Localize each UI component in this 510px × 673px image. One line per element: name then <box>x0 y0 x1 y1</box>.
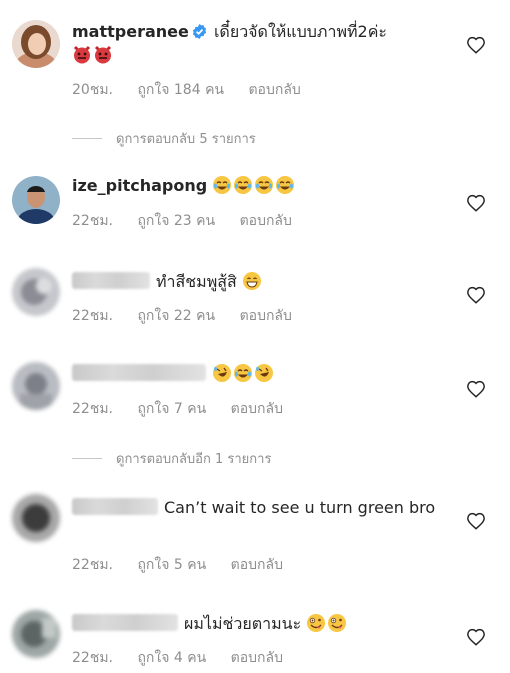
joy-emoji <box>213 176 232 194</box>
divider-line <box>72 138 102 139</box>
heart-icon[interactable] <box>466 194 486 212</box>
reply-button[interactable]: ตอบกลับ <box>248 82 300 98</box>
joy-emoji <box>234 364 252 382</box>
joy-emoji <box>234 176 253 194</box>
comment-meta: 22ชม. ถูกใจ 22 คน ตอบกลับ <box>72 305 312 327</box>
avatar[interactable] <box>12 176 60 224</box>
reply-button[interactable]: ตอบกลับ <box>240 308 292 324</box>
grin-emoji <box>242 272 261 290</box>
likes-count[interactable]: ถูกใจ 22 คน <box>137 308 215 324</box>
likes-count[interactable]: ถูกใจ 4 คน <box>137 650 206 666</box>
comment-text: Can’t wait to see u turn green bro <box>164 498 436 517</box>
comment-text: เดี๋ยวจัดให้แบบภาพที่2ค่ะ <box>213 22 388 41</box>
comment-body: ผมไม่ช่วยตามนะ <box>72 612 450 635</box>
comment-body: mattperanee เดี๋ยวจัดให้แบบภาพที่2ค่ะ <box>72 20 450 66</box>
comment-meta: 22ชม. ถูกใจ 5 คน ตอบกลับ <box>72 554 303 576</box>
comment-meta: 22ชม. ถูกใจ 7 คน ตอบกลับ <box>72 398 303 420</box>
joy-emoji <box>276 176 295 194</box>
likes-count[interactable]: ถูกใจ 184 คน <box>137 82 224 98</box>
view-replies-button[interactable]: ดูการตอบกลับ 5 รายการ <box>72 128 256 149</box>
comment-meta: 22ชม. ถูกใจ 23 คน ตอบกลับ <box>72 210 312 232</box>
comment-body: ทำสีชมพูสู้สิ <box>72 270 450 293</box>
blurred-username[interactable] <box>72 614 178 631</box>
comment-body <box>72 362 450 385</box>
comment-meta: 22ชม. ถูกใจ 4 คน ตอบกลับ <box>72 647 303 669</box>
heart-icon[interactable] <box>466 380 486 398</box>
comment-body: ize_pitchapong <box>72 174 450 197</box>
blurred-username[interactable] <box>72 272 150 289</box>
heart-icon[interactable] <box>466 628 486 646</box>
timestamp: 20ชม. <box>72 82 113 98</box>
comment-text: ผมไม่ช่วยตามนะ <box>184 614 302 633</box>
timestamp: 22ชม. <box>72 401 113 417</box>
rofl-emoji <box>255 364 273 382</box>
comment-body: Can’t wait to see u turn green bro <box>72 496 450 519</box>
avatar[interactable] <box>12 610 60 658</box>
avatar[interactable] <box>12 268 60 316</box>
rofl-emoji <box>213 364 231 382</box>
joy-emoji <box>255 176 274 194</box>
comment-meta: 20ชม. ถูกใจ 184 คน ตอบกลับ <box>72 79 321 101</box>
username[interactable]: mattperanee <box>72 22 189 41</box>
reply-button[interactable]: ตอบกลับ <box>231 557 283 573</box>
heart-icon[interactable] <box>466 286 486 304</box>
likes-count[interactable]: ถูกใจ 7 คน <box>137 401 206 417</box>
timestamp: 22ชม. <box>72 557 113 573</box>
timestamp: 22ชม. <box>72 213 113 229</box>
heart-icon[interactable] <box>466 512 486 530</box>
divider-line <box>72 458 102 459</box>
likes-count[interactable]: ถูกใจ 5 คน <box>137 557 206 573</box>
avatar[interactable] <box>12 20 60 68</box>
timestamp: 22ชม. <box>72 308 113 324</box>
blurred-username[interactable] <box>72 364 206 381</box>
avatar[interactable] <box>12 494 60 542</box>
heart-icon[interactable] <box>466 36 486 54</box>
comment-text: ทำสีชมพูสู้สิ <box>156 272 237 291</box>
username[interactable]: ize_pitchapong <box>72 176 207 195</box>
avatar[interactable] <box>12 362 60 410</box>
blurred-username[interactable] <box>72 498 158 515</box>
reply-button[interactable]: ตอบกลับ <box>231 650 283 666</box>
timestamp: 22ชม. <box>72 650 113 666</box>
zany-emoji <box>307 614 326 632</box>
reply-button[interactable]: ตอบกลับ <box>240 213 292 229</box>
verified-badge-icon <box>192 24 206 39</box>
likes-count[interactable]: ถูกใจ 23 คน <box>137 213 215 229</box>
zany-emoji <box>328 614 347 632</box>
view-replies-button[interactable]: ดูการตอบกลับอีก 1 รายการ <box>72 448 271 469</box>
devil-emoji <box>73 45 91 64</box>
reply-button[interactable]: ตอบกลับ <box>231 401 283 417</box>
devil-emoji <box>94 45 112 64</box>
